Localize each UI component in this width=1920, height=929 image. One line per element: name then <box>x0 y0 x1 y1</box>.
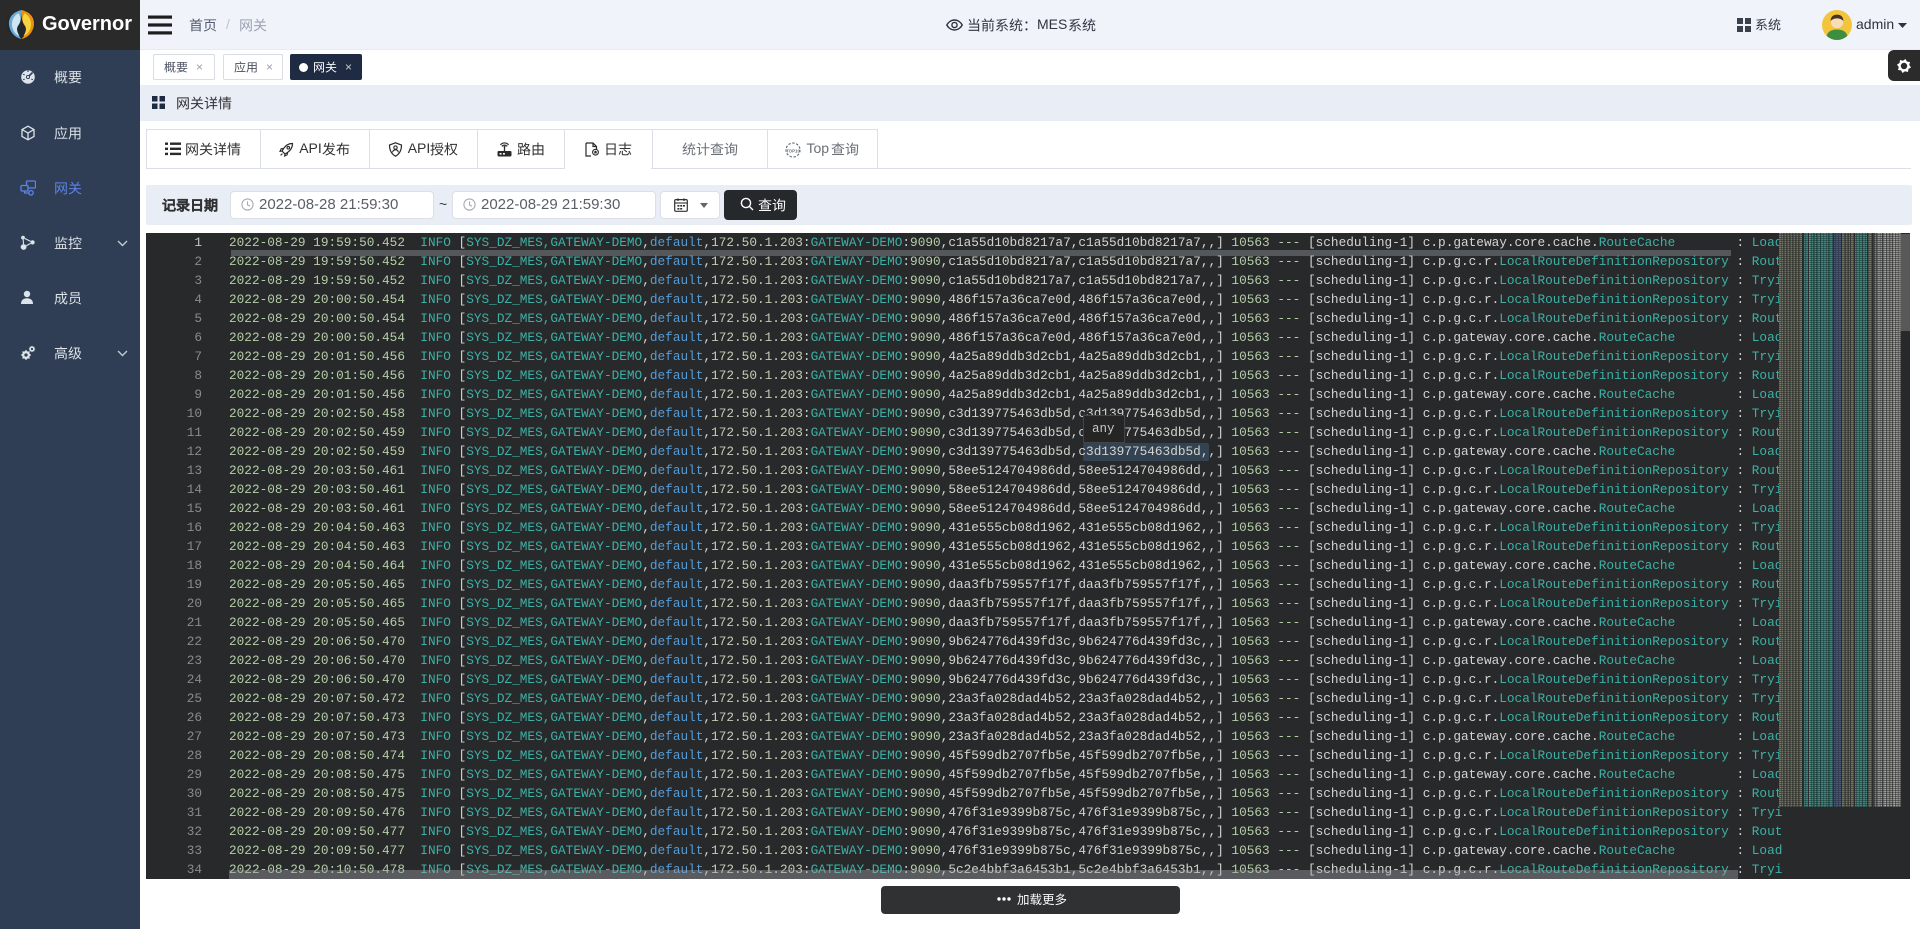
svg-text:TOP10: TOP10 <box>787 148 801 153</box>
